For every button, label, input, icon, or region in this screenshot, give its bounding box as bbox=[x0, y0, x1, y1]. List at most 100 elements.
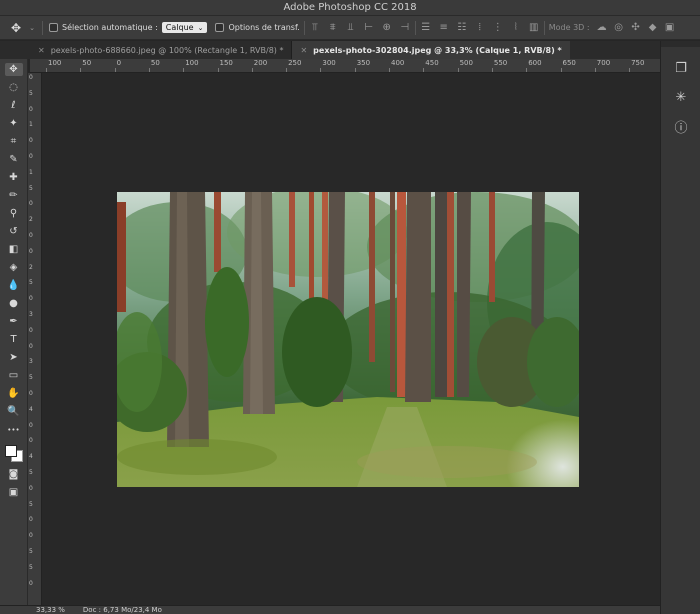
ruler-label: 250 bbox=[288, 59, 302, 67]
clone-stamp-icon[interactable]: ⚲ bbox=[5, 207, 23, 220]
ruler-label: 5 bbox=[29, 500, 33, 508]
path-selection-icon[interactable]: ➤ bbox=[5, 351, 23, 364]
toolbar-header bbox=[0, 41, 30, 59]
eraser-icon[interactable]: ◧ bbox=[5, 243, 23, 256]
distribute-hcenter-icon[interactable]: ⋮ bbox=[492, 22, 504, 34]
ruler-vertical[interactable]: 0 5 0 1 0 0 1 5 0 2 0 0 2 5 0 3 0 0 3 5 0 4 0 0 4 5 0 5 0 0 5 5 0 bbox=[28, 73, 42, 605]
distribute-right-icon[interactable]: ⦚ bbox=[510, 22, 522, 34]
window-title: Adobe Photoshop CC 2018 bbox=[283, 2, 417, 13]
brush-settings-icon[interactable]: ✳ bbox=[672, 88, 690, 106]
type-icon[interactable]: T bbox=[5, 333, 23, 346]
ruler-label: 0 bbox=[29, 532, 33, 540]
align-hcenter-icon[interactable]: ⊕ bbox=[381, 22, 393, 34]
marquee-icon[interactable]: ◌ bbox=[5, 81, 23, 94]
tab-document-2[interactable]: ✕ pexels-photo-302804.jpeg @ 33,3% (Calq… bbox=[292, 41, 570, 59]
screen-mode-icon[interactable]: ▣ bbox=[5, 486, 23, 499]
align-vcenter-icon[interactable]: ⩨ bbox=[327, 22, 339, 34]
distribute-left-icon[interactable]: ⦙ bbox=[474, 22, 486, 34]
zoom-level[interactable]: 33,33 % bbox=[36, 606, 65, 614]
paint-bucket-icon[interactable]: ◈ bbox=[5, 261, 23, 274]
ruler-label: 50 bbox=[150, 59, 160, 67]
tab-document-1[interactable]: ✕ pexels-photo-688660.jpeg @ 100% (Recta… bbox=[30, 41, 293, 59]
right-panel-dock: ❐ ✳ ⓘ bbox=[660, 41, 700, 614]
document-size[interactable]: Doc : 6,73 Mo/23,4 Mo bbox=[83, 606, 162, 614]
healing-brush-icon[interactable]: ✚ bbox=[5, 171, 23, 184]
panel-collapse-bar[interactable] bbox=[661, 41, 700, 47]
ruler-label: 750 bbox=[631, 59, 645, 67]
zoom-icon[interactable]: 🔍 bbox=[5, 405, 23, 418]
ruler-label: 5 bbox=[29, 469, 33, 476]
auto-select-label: Sélection automatique : bbox=[62, 23, 158, 32]
ruler-label: 400 bbox=[391, 59, 405, 67]
distribute-bottom-icon[interactable]: ☷ bbox=[456, 22, 468, 34]
magic-wand-icon[interactable]: ✦ bbox=[5, 117, 23, 130]
ruler-label: 0 bbox=[29, 137, 33, 145]
history-panel-icon[interactable]: ❐ bbox=[672, 59, 690, 77]
ruler-label: 3 bbox=[29, 358, 33, 366]
ruler-label: 0 bbox=[29, 579, 33, 587]
blur-icon[interactable]: 💧 bbox=[5, 279, 23, 292]
slide-3d-icon[interactable]: ◆ bbox=[647, 22, 659, 34]
history-brush-icon[interactable]: ↺ bbox=[5, 225, 23, 238]
ruler-label: 0 bbox=[29, 484, 33, 492]
ruler-label: 0 bbox=[29, 232, 33, 239]
auto-align-icon[interactable]: ▥ bbox=[528, 22, 540, 34]
divider bbox=[42, 20, 43, 35]
crop-icon[interactable]: ⌗ bbox=[5, 135, 23, 148]
ruler-tick bbox=[560, 68, 562, 72]
distribute-top-icon[interactable]: ☰ bbox=[420, 22, 432, 34]
ruler-label: 550 bbox=[493, 59, 508, 67]
ruler-tick bbox=[286, 68, 288, 72]
color-swatches[interactable] bbox=[4, 441, 24, 463]
hand-icon[interactable]: ✋ bbox=[5, 387, 23, 400]
chevron-down-icon: ⌄ bbox=[197, 23, 204, 32]
ruler-label: 100 bbox=[48, 59, 62, 67]
ruler-label: 450 bbox=[425, 59, 439, 67]
ruler-tick bbox=[80, 68, 82, 72]
ruler-label: 150 bbox=[219, 59, 233, 67]
orbit-3d-icon[interactable]: ☁ bbox=[596, 22, 608, 34]
info-panel-icon[interactable]: ⓘ bbox=[672, 117, 690, 136]
ruler-label: 4 bbox=[29, 453, 33, 461]
drag-3d-icon[interactable]: ✣ bbox=[630, 22, 642, 34]
close-icon[interactable]: ✕ bbox=[300, 46, 307, 55]
ruler-label: 500 bbox=[459, 59, 473, 67]
eyedropper-icon[interactable]: ✎ bbox=[5, 153, 23, 166]
move-icon[interactable]: ✥ bbox=[4, 63, 23, 76]
transform-controls-checkbox[interactable] bbox=[215, 23, 225, 32]
ruler-label: 600 bbox=[528, 59, 542, 67]
auto-select-dropdown[interactable]: Calque ⌄ bbox=[161, 22, 208, 33]
ruler-label: 0 bbox=[29, 342, 33, 350]
ruler-label: 0 bbox=[29, 295, 33, 303]
document-tabs: ✕ pexels-photo-688660.jpeg @ 100% (Recta… bbox=[30, 41, 660, 59]
align-right-icon[interactable]: ⊣ bbox=[399, 22, 411, 34]
scale-3d-icon[interactable]: ▣ bbox=[664, 22, 676, 34]
ruler-label: 50 bbox=[82, 59, 92, 67]
ruler-tick bbox=[594, 68, 596, 72]
document-image[interactable] bbox=[117, 192, 579, 487]
dodge-icon[interactable]: ● bbox=[5, 297, 23, 310]
ruler-label: 200 bbox=[253, 59, 268, 67]
pen-icon[interactable]: ✒ bbox=[5, 315, 23, 328]
move-icon: ✥ bbox=[10, 20, 22, 35]
ruler-horizontal[interactable]: 100 50 0 50 100 150 200 250 300 350 400 450 500 550 60… bbox=[30, 59, 660, 73]
foreground-color-swatch[interactable] bbox=[4, 445, 17, 457]
roll-3d-icon[interactable]: ◎ bbox=[613, 22, 625, 34]
brush-icon[interactable]: ✏ bbox=[5, 189, 23, 202]
align-left-icon[interactable]: ⊢ bbox=[363, 22, 375, 34]
auto-select-checkbox[interactable] bbox=[49, 23, 58, 32]
more-tools-icon[interactable]: ••• bbox=[5, 423, 23, 436]
align-bottom-icon[interactable]: ⫫ bbox=[345, 22, 357, 34]
ruler-label: 0 bbox=[29, 390, 33, 397]
rectangle-icon[interactable]: ▭ bbox=[5, 369, 23, 382]
align-top-icon[interactable]: ⫪ bbox=[309, 22, 321, 34]
distribute-vcenter-icon[interactable]: ≡ bbox=[438, 22, 450, 34]
quick-mask-icon[interactable]: ◙ bbox=[5, 468, 23, 481]
ruler-tick bbox=[46, 68, 47, 72]
canvas-area[interactable] bbox=[42, 73, 660, 605]
auto-select-value: Calque bbox=[165, 23, 194, 32]
ruler-label: 5 bbox=[29, 374, 33, 382]
lasso-icon[interactable]: ℓ bbox=[5, 99, 23, 112]
close-icon[interactable]: ✕ bbox=[38, 46, 45, 55]
tool-preset-picker[interactable]: ✥ ⌄ bbox=[10, 20, 38, 35]
